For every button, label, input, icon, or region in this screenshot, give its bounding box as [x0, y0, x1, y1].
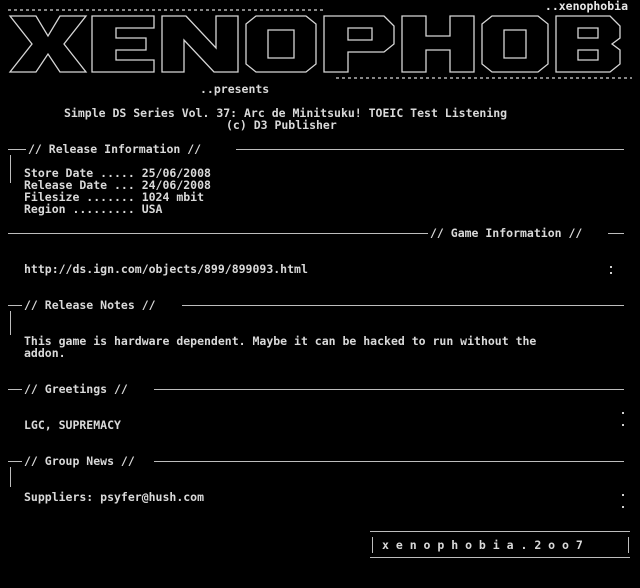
group-news-text: Suppliers: psyfer@hush.com — [24, 490, 205, 504]
release-notes-rule-right — [182, 305, 624, 306]
group-news-border — [10, 467, 11, 487]
game-info-url[interactable]: http://ds.ign.com/objects/899/899093.htm… — [24, 263, 640, 275]
nfo-viewer: ..xenophobia ..presents Simple DS Series… — [0, 0, 640, 588]
border-dot — [610, 266, 612, 268]
border-dot — [622, 494, 624, 496]
release-notes-rule-left — [8, 305, 22, 306]
presents-text: ..presents — [200, 82, 270, 96]
footer-border-right — [628, 537, 629, 553]
greetings-rule-left — [8, 389, 22, 390]
xenophobia-ascii-logo — [8, 9, 632, 79]
release-notes-line-1: This game is hardware dependent. Maybe i… — [24, 334, 537, 348]
release-notes-border — [10, 311, 11, 335]
footer-border-left — [372, 537, 373, 553]
footer-rule-top — [370, 531, 630, 532]
footer-tag: x e n o p h o b i a . 2 o o 7 — [382, 538, 583, 552]
release-info-rule-left — [8, 149, 26, 150]
border-dot — [622, 424, 624, 426]
release-info-rule-right — [236, 149, 624, 150]
border-dot — [622, 412, 624, 414]
game-title: Simple DS Series Vol. 37: Arc de Minitsu… — [64, 106, 508, 120]
release-notes-line-2: addon. — [24, 346, 66, 360]
greetings-rule-right — [154, 389, 624, 390]
publisher-text: (c) D3 Publisher — [226, 118, 337, 132]
border-dot — [622, 506, 624, 508]
group-news-rule-left — [8, 461, 22, 462]
greetings-text: LGC, SUPREMACY — [24, 418, 121, 432]
release-info-border — [10, 155, 11, 183]
game-info-rule-right — [608, 233, 624, 234]
game-info-rule-left — [8, 233, 428, 234]
footer-rule-bottom — [370, 557, 630, 558]
region: Region ......... USA — [24, 202, 163, 216]
group-news-rule-right — [154, 461, 624, 462]
border-dot — [610, 272, 612, 274]
